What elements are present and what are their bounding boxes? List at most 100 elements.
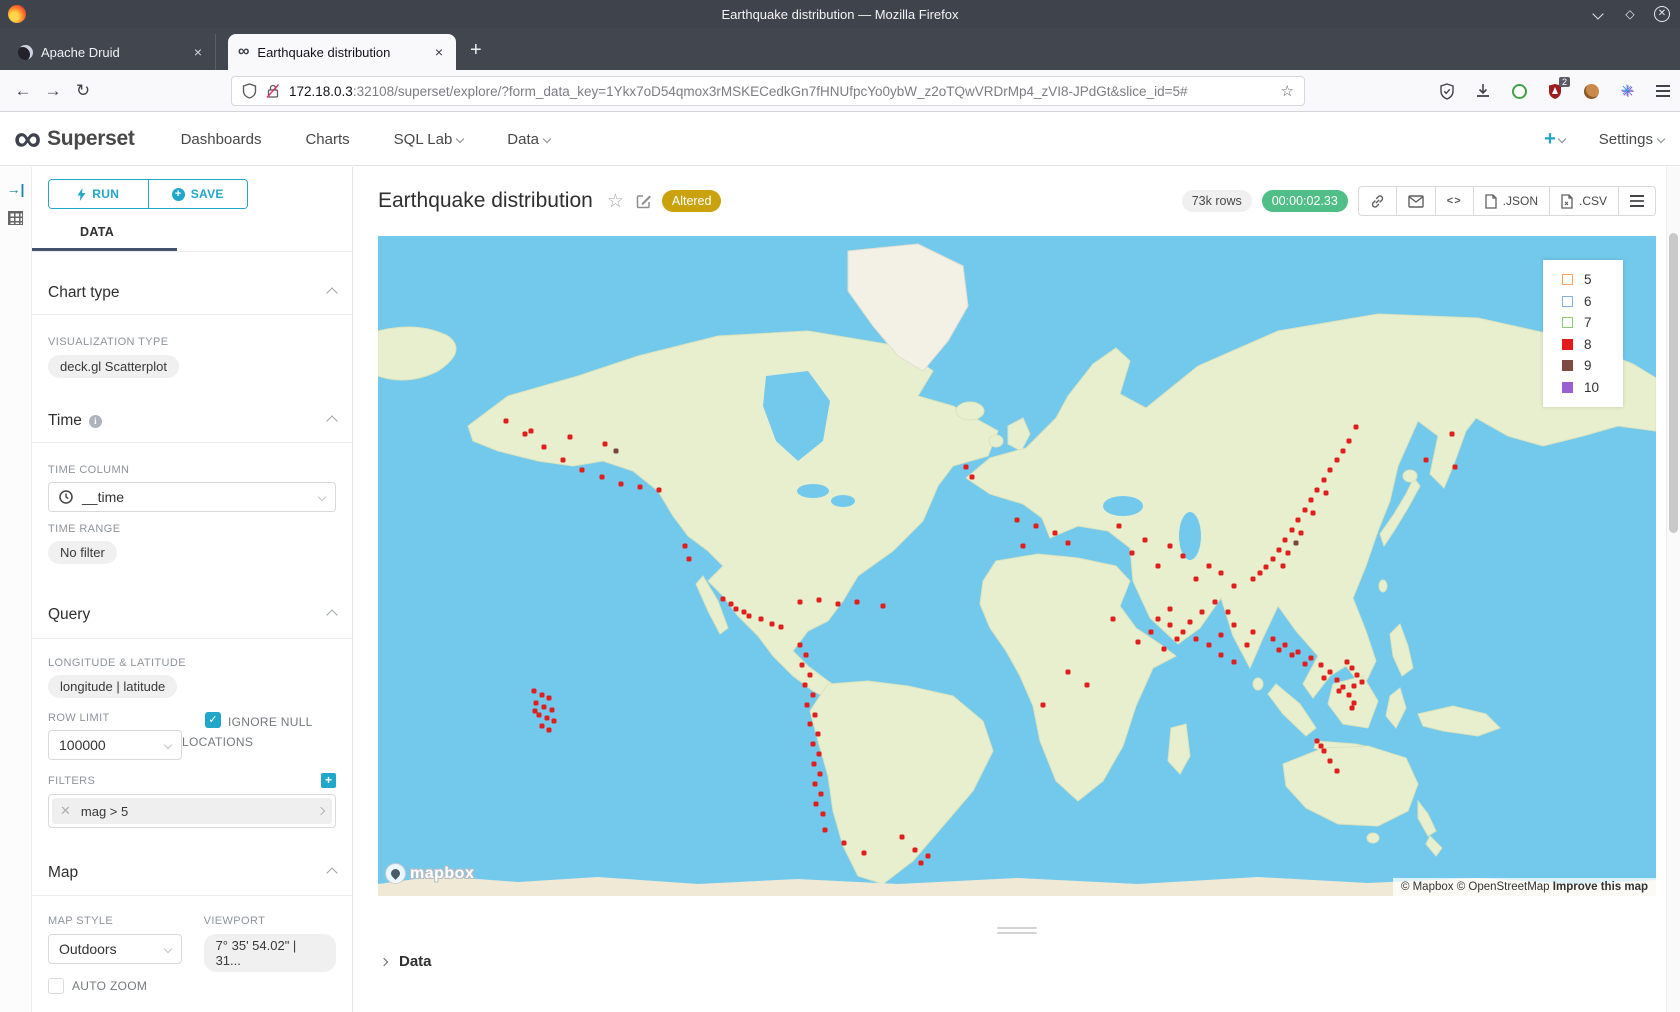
remove-filter-icon[interactable]: ✕ xyxy=(60,803,71,819)
new-tab-button[interactable]: + xyxy=(470,39,482,62)
data-panel-header[interactable]: Data xyxy=(381,953,432,970)
earthquake-point xyxy=(1289,653,1294,658)
legend-swatch-icon xyxy=(1562,339,1573,350)
chart-menu-button[interactable] xyxy=(1619,187,1655,215)
filter-chip[interactable]: ✕ mag > 5 xyxy=(52,798,332,824)
extension-green-icon[interactable] xyxy=(1510,82,1528,100)
nav-item-dashboards[interactable]: Dashboards xyxy=(181,131,262,148)
earthquake-point xyxy=(810,692,815,697)
reload-icon[interactable]: ↻ xyxy=(68,81,98,101)
add-filter-button[interactable]: + xyxy=(321,773,336,788)
new-item-button[interactable]: + xyxy=(1544,128,1565,151)
tab-earthquake-distribution[interactable]: ∞ Earthquake distribution × xyxy=(228,34,456,70)
link-icon xyxy=(1370,194,1385,209)
menu-hamburger-icon[interactable] xyxy=(1654,82,1672,100)
bookmark-star-icon[interactable]: ☆ xyxy=(1281,82,1294,100)
legend-entry: 6 xyxy=(1562,291,1623,313)
earthquake-point xyxy=(1328,468,1333,473)
earthquake-point xyxy=(1321,748,1326,753)
superset-logo[interactable]: ∞ Superset xyxy=(14,127,135,151)
adblock-shield-icon[interactable]: 2 xyxy=(1546,82,1564,100)
favorite-star-icon[interactable]: ☆ xyxy=(607,190,624,213)
insecure-lock-icon[interactable] xyxy=(265,83,281,99)
earthquake-point xyxy=(637,484,642,489)
nav-item-charts[interactable]: Charts xyxy=(305,131,349,148)
colorful-extension-icon[interactable]: ✳ xyxy=(1618,82,1636,100)
email-button[interactable] xyxy=(1397,187,1436,215)
tab-apache-druid[interactable]: Apache Druid × xyxy=(8,34,216,70)
earthquake-point xyxy=(813,712,818,717)
earthquake-point xyxy=(797,643,802,648)
url-bar[interactable]: 172.18.0.3:32108/superset/explore/?form_… xyxy=(231,76,1305,106)
url-text[interactable]: 172.18.0.3:32108/superset/explore/?form_… xyxy=(289,84,1273,99)
explore-control-panel: RUN + SAVE DATA Chart type VISUALIZATION… xyxy=(32,167,353,1012)
back-icon[interactable]: ← xyxy=(8,81,38,101)
tab-data[interactable]: DATA xyxy=(48,225,336,239)
copy-link-button[interactable] xyxy=(1359,187,1397,215)
maximize-icon[interactable]: ◇ xyxy=(1622,6,1638,22)
earthquake-point xyxy=(805,702,810,707)
auto-zoom-checkbox[interactable] xyxy=(48,978,64,994)
run-button[interactable]: RUN xyxy=(49,180,148,208)
tab-close-icon[interactable]: × xyxy=(191,44,205,60)
earthquake-point xyxy=(802,682,807,687)
chevron-up-icon xyxy=(326,287,337,298)
earthquake-point xyxy=(963,465,968,470)
scrollbar-thumb[interactable] xyxy=(1669,233,1678,533)
adblock-badge: 2 xyxy=(1559,77,1570,87)
earthquake-point xyxy=(1225,610,1230,615)
protections-shield-icon[interactable] xyxy=(1438,82,1456,100)
section-map[interactable]: Map xyxy=(48,864,336,882)
earthquake-point xyxy=(820,811,825,816)
lonlat-value[interactable]: longitude | latitude xyxy=(48,675,177,698)
forward-icon[interactable]: → xyxy=(38,81,68,101)
tab-close-icon[interactable]: × xyxy=(432,44,446,60)
earthquake-point xyxy=(613,449,618,454)
viewport-value[interactable]: 7° 35' 54.02" | 31... xyxy=(204,934,336,972)
filters-label: FILTERS xyxy=(48,775,95,787)
time-range-value[interactable]: No filter xyxy=(48,541,117,564)
browser-toolbar: ← → ↻ 172.18.0.3:32108/superset/explore/… xyxy=(0,70,1680,112)
export-csv-button[interactable]: .CSV xyxy=(1550,187,1619,215)
earthquake-point xyxy=(1449,432,1454,437)
collapse-panel-icon[interactable]: →| xyxy=(0,181,31,197)
deckgl-scatter-map[interactable]: 5678910 mapbox © Mapbox © OpenStreetMap … xyxy=(378,236,1656,896)
earthquake-point xyxy=(1130,550,1135,555)
minimize-icon[interactable] xyxy=(1590,6,1606,22)
earthquake-point xyxy=(1149,630,1154,635)
time-column-select[interactable]: __time xyxy=(48,482,336,512)
section-chart-type[interactable]: Chart type xyxy=(48,284,336,302)
earthquake-point xyxy=(1298,531,1303,536)
nav-item-data[interactable]: Data xyxy=(507,131,550,148)
mapbox-logo[interactable]: mapbox xyxy=(385,863,474,884)
earthquake-point xyxy=(1270,636,1275,641)
embed-code-button[interactable]: <> xyxy=(1436,187,1474,215)
close-icon[interactable]: ✕ xyxy=(1654,6,1670,22)
settings-menu[interactable]: Settings xyxy=(1599,131,1664,148)
tracking-shield-icon[interactable] xyxy=(242,83,257,99)
improve-map-link[interactable]: Improve this map xyxy=(1553,881,1648,893)
clock-icon xyxy=(59,490,73,504)
map-style-select[interactable]: Outdoors xyxy=(48,934,182,964)
export-json-button[interactable]: .JSON xyxy=(1474,187,1550,215)
ignore-null-checkbox[interactable]: ✓ xyxy=(205,712,221,728)
page-scrollbar[interactable] xyxy=(1666,167,1680,1012)
earthquake-point xyxy=(531,689,536,694)
legend-swatch-icon xyxy=(1562,360,1573,371)
edit-properties-icon[interactable] xyxy=(636,193,652,209)
legend-label: 8 xyxy=(1584,337,1592,352)
section-query[interactable]: Query xyxy=(48,606,336,624)
dataset-grid-icon[interactable] xyxy=(0,211,31,230)
earthquake-point xyxy=(1232,659,1237,664)
save-button[interactable]: + SAVE xyxy=(148,180,248,208)
viz-type-value[interactable]: deck.gl Scatterplot xyxy=(48,355,179,378)
earthquake-point xyxy=(880,603,885,608)
row-limit-select[interactable]: 100000 xyxy=(48,730,182,760)
nav-item-sql-lab[interactable]: SQL Lab xyxy=(394,131,464,148)
panel-resize-handle[interactable] xyxy=(997,927,1037,937)
map-style-label: MAP STYLE xyxy=(48,915,204,927)
downloads-icon[interactable] xyxy=(1474,82,1492,100)
cookie-extension-icon[interactable] xyxy=(1582,82,1600,100)
section-time[interactable]: Timei xyxy=(48,412,336,430)
earthquake-point xyxy=(1053,531,1058,536)
